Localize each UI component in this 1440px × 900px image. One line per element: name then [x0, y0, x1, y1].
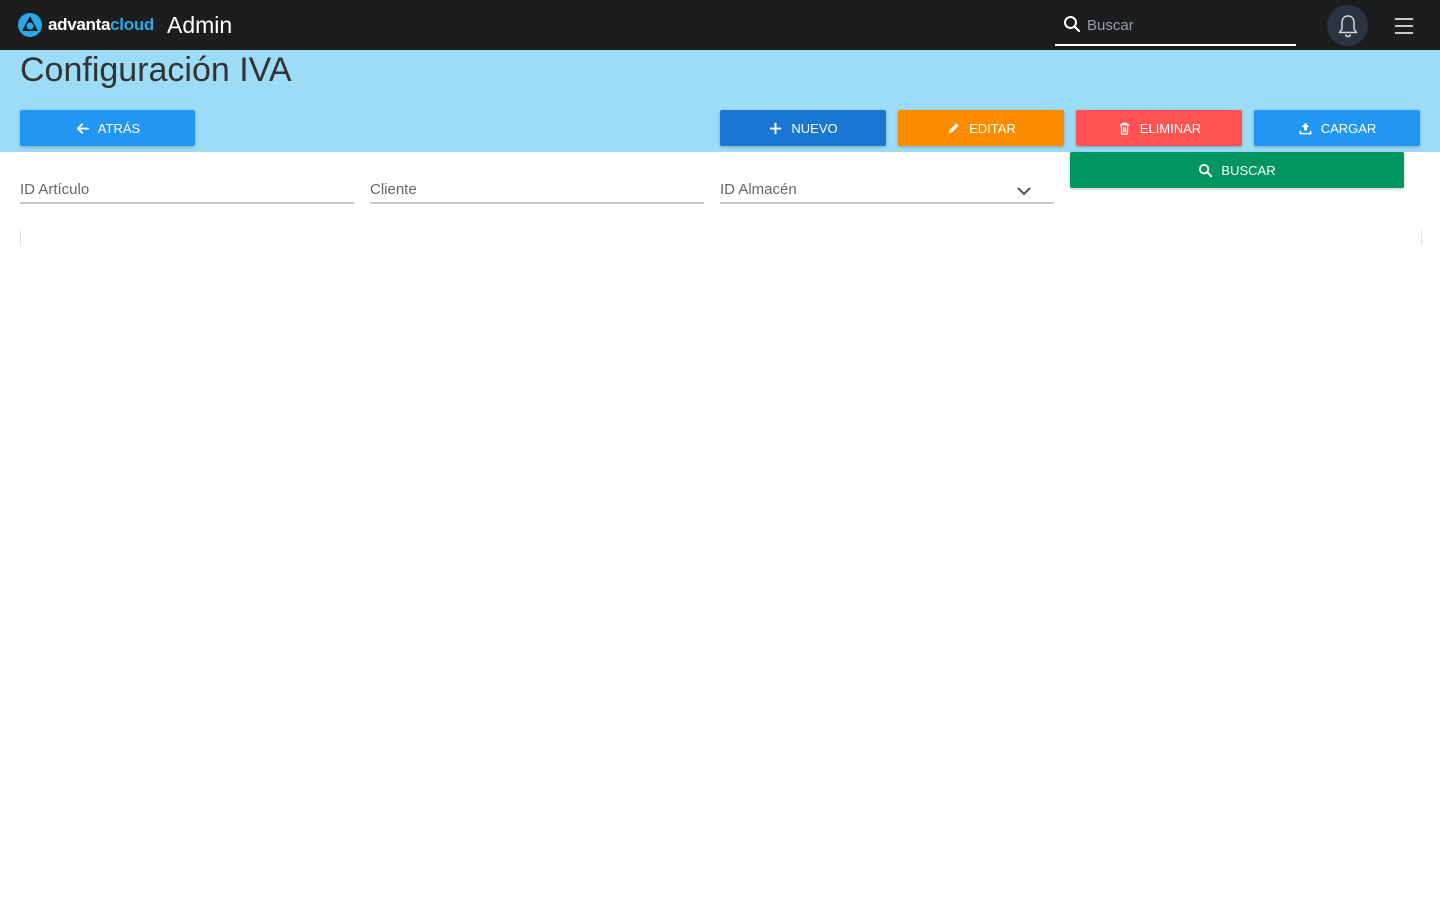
new-button-label: NUEVO: [791, 120, 838, 136]
logo-icon: [18, 13, 42, 37]
new-button[interactable]: NUEVO: [720, 110, 886, 146]
pencil-icon: [948, 122, 959, 133]
search-input[interactable]: [1087, 10, 1287, 40]
edit-button-label: EDITAR: [969, 120, 1016, 136]
delete-button[interactable]: ELIMINAR: [1076, 110, 1242, 146]
search-icon: [1199, 163, 1213, 177]
global-search: [1055, 6, 1296, 46]
warehouse-select[interactable]: ID Almacén: [720, 176, 1054, 204]
notifications-button[interactable]: [1327, 5, 1368, 46]
bell-icon: [1338, 14, 1357, 37]
edit-button[interactable]: EDITAR: [898, 110, 1064, 146]
arrow-left-icon: [76, 122, 89, 134]
chevron-down-icon: [1017, 187, 1031, 196]
top-bar: advantacloud Admin: [0, 0, 1440, 50]
upload-icon: [1299, 122, 1312, 134]
client-field: [370, 176, 704, 204]
client-input[interactable]: [370, 176, 704, 202]
page-title: Configuración IVA: [20, 51, 292, 89]
logo-text: advantacloud: [48, 15, 154, 34]
warehouse-select-label: ID Almacén: [720, 181, 797, 198]
search-button-label: BUSCAR: [1221, 162, 1276, 178]
search-icon: [1064, 16, 1081, 33]
article-id-input[interactable]: [20, 176, 354, 202]
trash-icon: [1119, 122, 1129, 135]
app-title: Admin: [167, 12, 233, 38]
plus-icon: [770, 122, 782, 134]
app-logo[interactable]: advantacloud: [16, 10, 154, 40]
load-button[interactable]: CARGAR: [1254, 110, 1420, 146]
search-button[interactable]: BUSCAR: [1070, 152, 1404, 188]
results-table: [20, 230, 1422, 246]
article-id-field: [20, 176, 354, 204]
load-button-label: CARGAR: [1320, 120, 1377, 136]
hamburger-menu-icon[interactable]: [1392, 16, 1416, 36]
back-button-label: ATRÁS: [97, 120, 141, 136]
delete-button-label: ELIMINAR: [1139, 120, 1202, 136]
back-button[interactable]: ATRÁS: [20, 110, 195, 146]
